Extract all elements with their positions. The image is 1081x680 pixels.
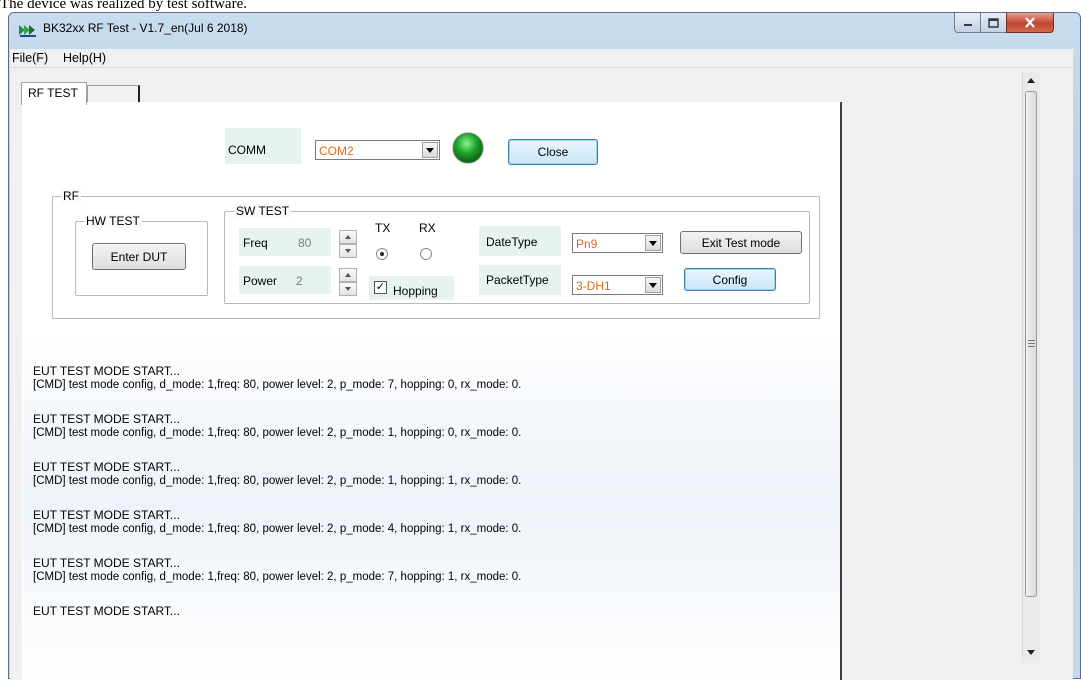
datetype-select[interactable]: Pn9 [572,233,663,253]
close-port-button[interactable]: Close [508,139,598,165]
log-line-head: EUT TEST MODE START... [33,556,180,570]
hopping-label: Hopping [393,284,438,298]
rx-radio[interactable] [420,248,432,260]
log-line-cmd: [CMD] test mode config, d_mode: 1,freq: … [33,523,522,535]
freq-value[interactable]: 80 [298,236,311,250]
app-icon [19,25,36,37]
minimize-icon [955,13,980,32]
config-button[interactable]: Config [684,268,776,291]
freq-label: Freq [243,236,268,250]
datetype-label: DateType [486,235,538,249]
packettype-label: PacketType [486,273,549,287]
hopping-checkbox[interactable]: ✓ [374,281,387,294]
datetype-value: Pn9 [576,237,598,251]
scroll-up-icon[interactable] [1027,78,1035,84]
spin-up-icon[interactable] [339,230,357,244]
comm-port-value: COM2 [319,144,354,158]
spin-up-icon[interactable] [339,268,357,282]
chevron-down-icon [645,235,661,251]
tx-radio[interactable] [376,248,388,260]
log-line-cmd: [CMD] test mode config, d_mode: 1,freq: … [33,427,522,439]
log-line-cmd: [CMD] test mode config, d_mode: 1,freq: … [33,379,522,391]
sw-test-title: SW TEST [234,204,292,218]
close-window-button[interactable] [1006,13,1054,33]
menu-file[interactable]: File(F) [12,51,48,65]
power-label: Power [243,274,278,288]
comm-port-select[interactable]: COM2 [315,140,440,160]
menu-bar: File(F) Help(H) [10,49,1073,68]
close-icon [1007,13,1053,32]
tx-label: TX [375,221,391,235]
window-title: BK32xx RF Test - V1.7_en(Jul 6 2018) [43,21,248,35]
tab-rf-test[interactable]: RF TEST [21,82,87,105]
comm-label: COMM [228,143,266,157]
rx-label: RX [419,221,436,235]
scrollbar-thumb[interactable] [1025,91,1037,597]
maximize-button[interactable] [980,13,1007,33]
chevron-down-icon [645,277,661,293]
title-bar[interactable]: BK32xx RF Test - V1.7_en(Jul 6 2018) [9,13,1080,49]
rf-group-title: RF [61,189,81,203]
tab-rf-test-label: RF TEST [28,86,78,100]
power-spinner[interactable] [339,268,357,306]
minimize-button[interactable] [954,13,981,33]
power-value[interactable]: 2 [296,274,303,288]
maximize-icon [981,13,1006,32]
exit-test-mode-button[interactable]: Exit Test mode [680,231,802,254]
menu-help[interactable]: Help(H) [63,51,106,65]
chevron-down-icon [422,142,438,158]
tab-page [22,102,842,680]
freq-spinner[interactable] [339,230,357,268]
enter-dut-button[interactable]: Enter DUT [92,243,186,270]
packettype-value: 3-DH1 [576,279,611,293]
hw-test-title: HW TEST [84,214,142,228]
log-line-cmd: [CMD] test mode config, d_mode: 1,freq: … [33,475,522,487]
log-line-head: EUT TEST MODE START... [33,412,180,426]
spin-down-icon[interactable] [339,244,357,258]
log-line-head: EUT TEST MODE START... [33,364,180,378]
grip-icon [1028,340,1035,347]
connection-status-led-icon [452,132,484,164]
log-line-head: EUT TEST MODE START... [33,508,180,522]
spin-down-icon[interactable] [339,282,357,296]
log-line-cmd: [CMD] test mode config, d_mode: 1,freq: … [33,571,522,583]
log-line-head: EUT TEST MODE START... [33,460,180,474]
log-line-head: EUT TEST MODE START... [33,604,180,618]
packettype-select[interactable]: 3-DH1 [572,275,663,295]
scroll-down-icon[interactable] [1027,650,1035,656]
